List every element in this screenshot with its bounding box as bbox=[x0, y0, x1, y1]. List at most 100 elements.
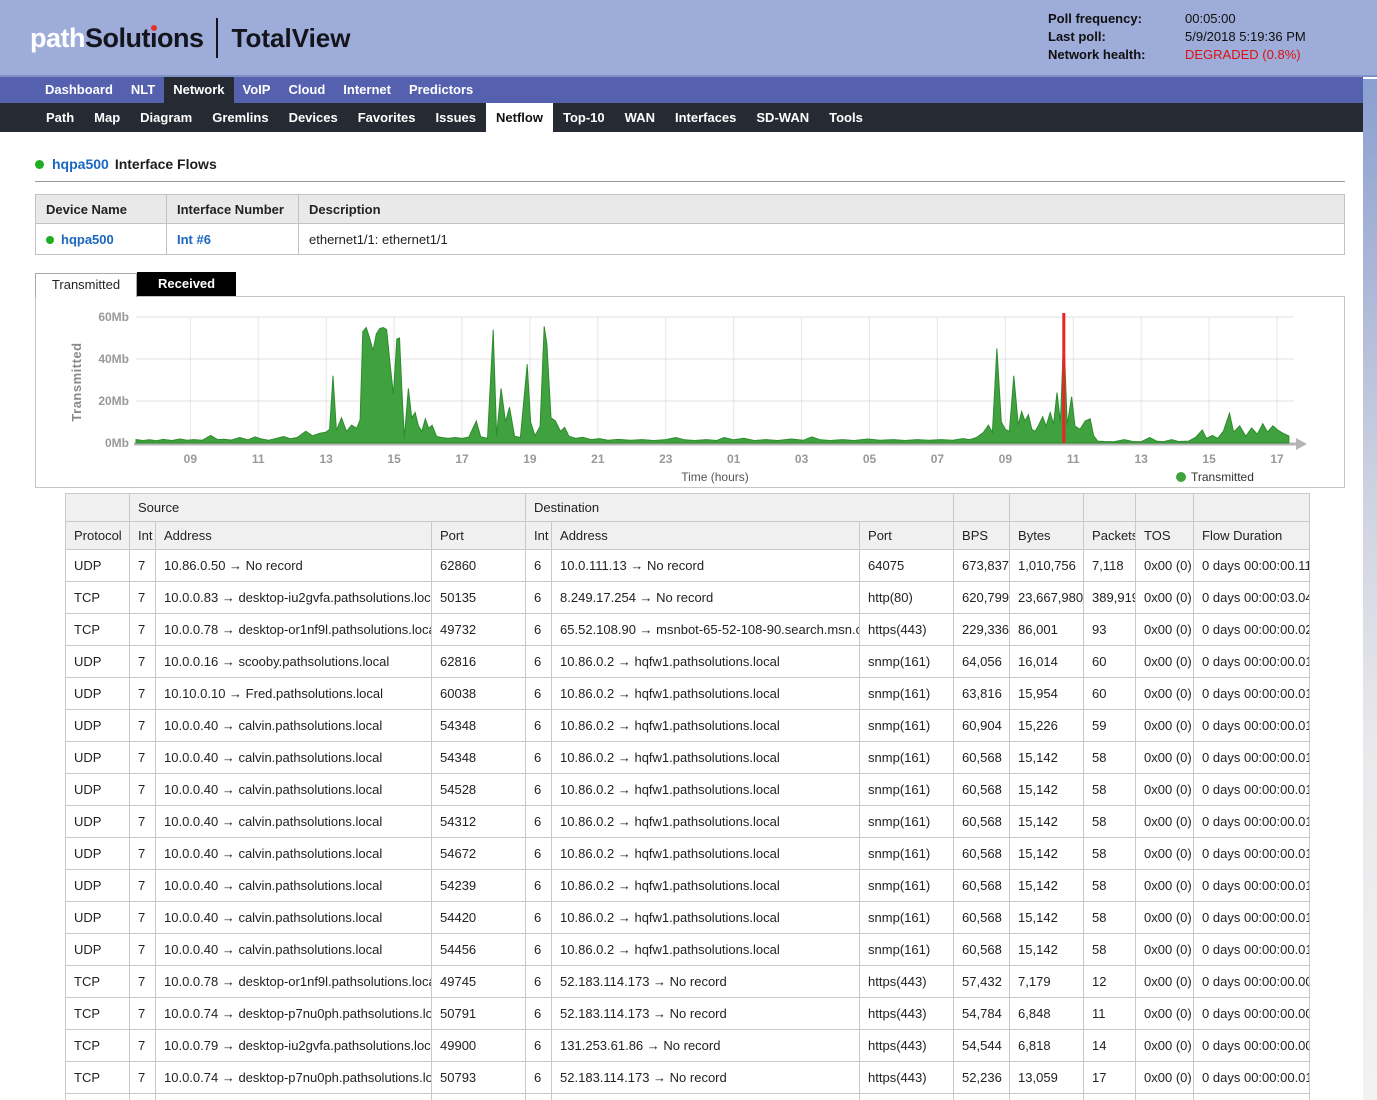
tab-transmitted[interactable]: Transmitted bbox=[35, 273, 137, 297]
dest-int-header: Int bbox=[526, 522, 552, 550]
header-spacer bbox=[66, 494, 130, 522]
poll-frequency-label: Poll frequency: bbox=[1048, 11, 1185, 26]
last-poll-label: Last poll: bbox=[1048, 29, 1185, 44]
destination-group-header: Destination bbox=[526, 494, 954, 522]
device-name-link[interactable]: hqpa500 bbox=[61, 232, 114, 247]
last-poll-value: 5/9/2018 5:19:36 PM bbox=[1185, 29, 1306, 44]
nav-item-interfaces[interactable]: Interfaces bbox=[665, 103, 746, 132]
x-tick-label: 21 bbox=[591, 452, 605, 466]
nav-item-wan[interactable]: WAN bbox=[615, 103, 665, 132]
nav-item-network[interactable]: Network bbox=[164, 77, 233, 103]
flow-table: Source Destination Protocol Int Address … bbox=[65, 493, 1310, 1100]
interface-link[interactable]: Int #6 bbox=[177, 232, 211, 247]
x-tick-label: 15 bbox=[387, 452, 401, 466]
poll-info: Poll frequency: 00:05:00 Last poll: 5/9/… bbox=[1048, 11, 1306, 62]
source-address-header: Address bbox=[156, 522, 432, 550]
nav-item-top-10[interactable]: Top-10 bbox=[553, 103, 615, 132]
table-row: hqpa500 Int #6 ethernet1/1: ethernet1/1 bbox=[36, 224, 1345, 255]
secondary-nav: PathMapDiagramGremlinsDevicesFavoritesIs… bbox=[0, 103, 1363, 132]
nav-item-favorites[interactable]: Favorites bbox=[348, 103, 426, 132]
x-tick-label: 01 bbox=[727, 452, 741, 466]
y-axis-title: Transmitted bbox=[69, 342, 84, 421]
y-tick-label: 20Mb bbox=[98, 394, 129, 408]
y-tick-label: 40Mb bbox=[98, 352, 129, 366]
x-axis-arrow-icon bbox=[1296, 438, 1307, 450]
packets-header: Packets bbox=[1084, 522, 1136, 550]
nav-item-predictors[interactable]: Predictors bbox=[400, 77, 482, 103]
flow-duration-header: Flow Duration bbox=[1194, 522, 1310, 550]
nav-item-dashboard[interactable]: Dashboard bbox=[36, 77, 122, 103]
nav-item-devices[interactable]: Devices bbox=[279, 103, 348, 132]
nav-item-nlt[interactable]: NLT bbox=[122, 77, 164, 103]
nav-item-netflow[interactable]: Netflow bbox=[486, 103, 553, 132]
header-spacer bbox=[1084, 494, 1136, 522]
table-row: TCP710.0.0.78 → desktop-or1nf9l.pathsolu… bbox=[66, 966, 1310, 998]
source-group-header: Source bbox=[130, 494, 526, 522]
interface-description: ethernet1/1: ethernet1/1 bbox=[299, 224, 1345, 255]
table-row: UDP710.0.0.40 → calvin.pathsolutions.loc… bbox=[66, 870, 1310, 902]
table-row: UDP710.0.0.40 → calvin.pathsolutions.loc… bbox=[66, 710, 1310, 742]
nav-item-diagram[interactable]: Diagram bbox=[130, 103, 202, 132]
x-tick-label: 23 bbox=[659, 452, 673, 466]
tab-received[interactable]: Received bbox=[137, 272, 236, 296]
network-health-label: Network health: bbox=[1048, 47, 1185, 62]
x-tick-label: 11 bbox=[1067, 452, 1080, 466]
chart-area-transmitted bbox=[136, 326, 1289, 443]
nav-item-issues[interactable]: Issues bbox=[426, 103, 486, 132]
x-tick-label: 15 bbox=[1202, 452, 1216, 466]
legend-dot-icon bbox=[1176, 472, 1186, 482]
x-tick-label: 17 bbox=[1270, 452, 1284, 466]
logo-divider bbox=[216, 18, 218, 58]
x-tick-label: 09 bbox=[999, 452, 1013, 466]
dest-address-header: Address bbox=[552, 522, 860, 550]
nav-item-sd-wan[interactable]: SD-WAN bbox=[746, 103, 819, 132]
source-port-header: Port bbox=[432, 522, 526, 550]
nav-item-tools[interactable]: Tools bbox=[819, 103, 873, 132]
table-row: UDP710.0.0.40 → calvin.pathsolutions.loc… bbox=[66, 806, 1310, 838]
logo-path-text: path bbox=[30, 23, 85, 54]
tos-header: TOS bbox=[1136, 522, 1194, 550]
x-tick-label: 09 bbox=[184, 452, 198, 466]
x-tick-label: 11 bbox=[252, 452, 265, 466]
x-tick-label: 17 bbox=[455, 452, 469, 466]
nav-item-map[interactable]: Map bbox=[84, 103, 130, 132]
nav-item-internet[interactable]: Internet bbox=[334, 77, 400, 103]
network-health-value: DEGRADED (0.8%) bbox=[1185, 47, 1306, 62]
x-tick-label: 13 bbox=[1135, 452, 1149, 466]
source-int-header: Int bbox=[130, 522, 156, 550]
header-spacer bbox=[954, 494, 1010, 522]
top-banner: pathSolutıons TotalView Poll frequency: … bbox=[0, 0, 1377, 77]
nav-item-voip[interactable]: VoIP bbox=[234, 77, 280, 103]
legend-label: Transmitted bbox=[1191, 470, 1254, 484]
table-row: TCP710.0.0.74 → desktop-p7nu0ph.pathsolu… bbox=[66, 1062, 1310, 1094]
header-spacer bbox=[1194, 494, 1310, 522]
product-name: TotalView bbox=[232, 23, 351, 54]
table-row: UDP710.10.0.10 → Fred.pathsolutions.loca… bbox=[66, 678, 1310, 710]
device-name-header: Device Name bbox=[36, 195, 167, 224]
content: hqpa500 Interface Flows Device Name Int e… bbox=[0, 132, 1363, 1100]
pathsolutions-logo: pathSolutıons TotalView bbox=[30, 18, 351, 58]
table-row: UDP710.0.0.16 → scooby.pathsolutions.loc… bbox=[66, 646, 1310, 678]
table-row: UDP710.0.0.40 → calvin.pathsolutions.loc… bbox=[66, 774, 1310, 806]
table-row: UDP710.0.0.40 → calvin.pathsolutions.loc… bbox=[66, 902, 1310, 934]
table-row: UDP710.0.0.40 → calvin.pathsolutions.loc… bbox=[66, 934, 1310, 966]
device-link[interactable]: hqpa500 bbox=[52, 156, 109, 172]
table-row: UDP710.86.0.50 → No record62860610.0.111… bbox=[66, 550, 1310, 582]
page-title: hqpa500 Interface Flows bbox=[35, 156, 1345, 182]
page-background-gradient bbox=[1363, 79, 1377, 1100]
direction-tabs: Transmitted Received bbox=[35, 272, 1345, 296]
dest-port-header: Port bbox=[860, 522, 954, 550]
device-status-dot-icon bbox=[35, 160, 44, 169]
x-tick-label: 13 bbox=[319, 452, 333, 466]
y-tick-label: 60Mb bbox=[98, 310, 129, 324]
header-spacer bbox=[1136, 494, 1194, 522]
nav-item-cloud[interactable]: Cloud bbox=[279, 77, 334, 103]
nav-item-path[interactable]: Path bbox=[36, 103, 84, 132]
x-tick-label: 03 bbox=[795, 452, 809, 466]
primary-nav: DashboardNLTNetworkVoIPCloudInternetPred… bbox=[0, 77, 1363, 103]
nav-item-gremlins[interactable]: Gremlins bbox=[202, 103, 278, 132]
x-tick-label: 07 bbox=[931, 452, 945, 466]
logo-solutions-text: Solutıons bbox=[85, 23, 204, 54]
table-row bbox=[66, 1094, 1310, 1100]
header-spacer bbox=[1010, 494, 1084, 522]
